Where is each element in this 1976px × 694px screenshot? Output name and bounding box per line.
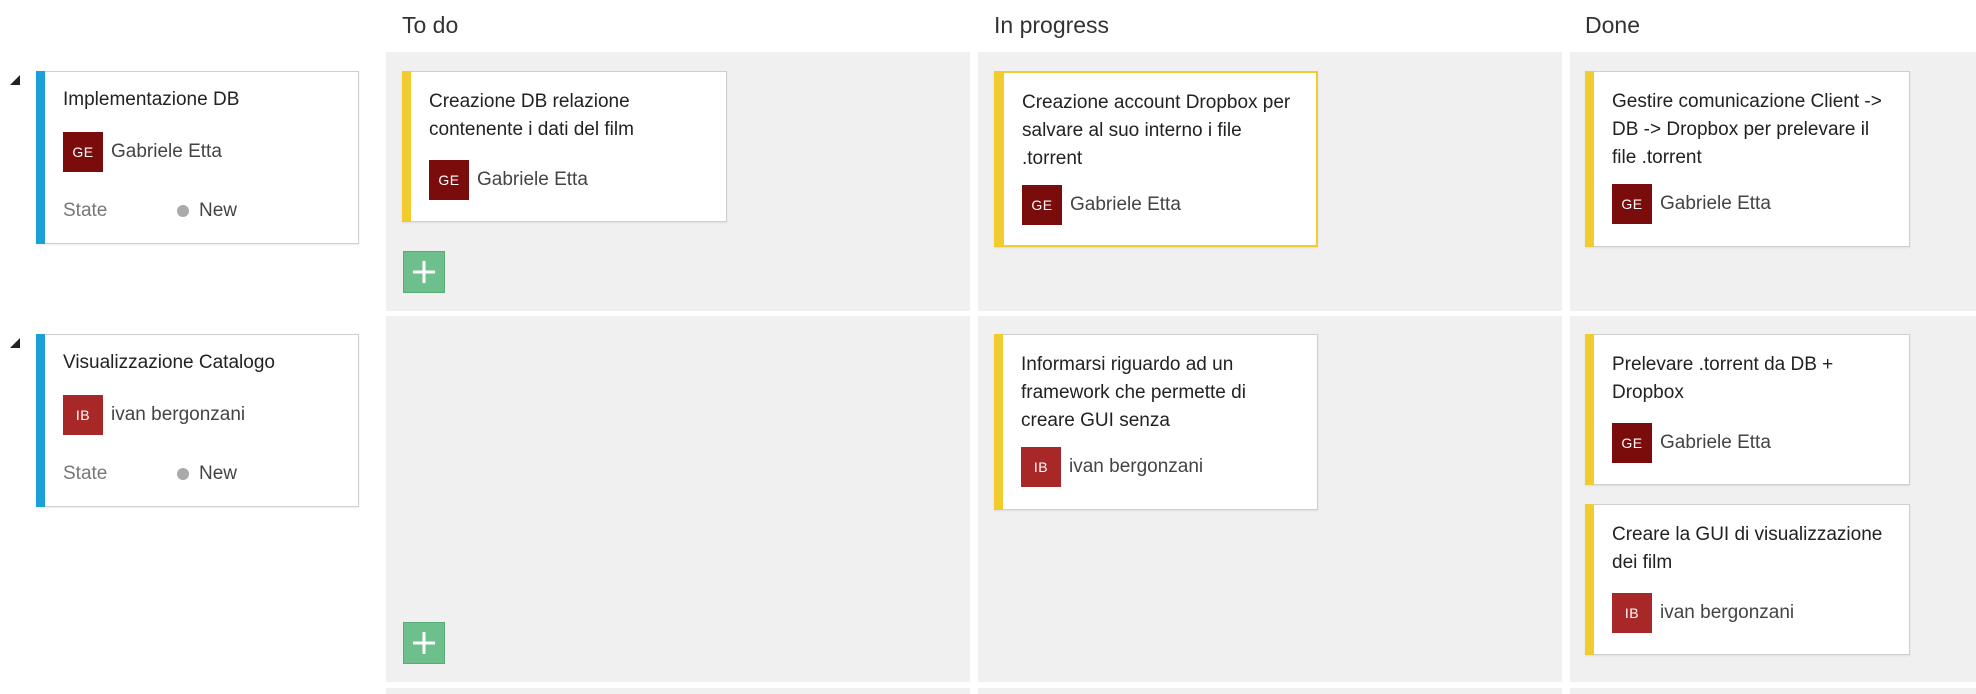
avatar: GE bbox=[1612, 184, 1652, 224]
add-task-button[interactable] bbox=[403, 622, 445, 664]
lane-done-row-3 bbox=[1570, 688, 1976, 694]
add-task-button[interactable] bbox=[403, 251, 445, 293]
card-color-bar bbox=[1585, 71, 1594, 247]
parent-card-visualizzazione-catalogo[interactable]: Visualizzazione Catalogo IB ivan bergonz… bbox=[36, 334, 359, 507]
triangle-collapse-icon[interactable] bbox=[10, 75, 20, 85]
lane-todo-row-2 bbox=[386, 316, 970, 682]
avatar: IB bbox=[63, 395, 103, 435]
card-title: Implementazione DB bbox=[63, 89, 240, 110]
card-title: Gestire comunicazione Client -> DB -> Dr… bbox=[1612, 91, 1882, 168]
task-card[interactable]: Creare la GUI di visualizzazione dei fil… bbox=[1585, 504, 1910, 655]
state-field[interactable]: State New bbox=[63, 463, 237, 485]
assignee-name: ivan bergonzani bbox=[111, 404, 246, 425]
card-color-bar bbox=[36, 334, 45, 507]
card-title: Creazione account Dropbox per salvare al… bbox=[1022, 92, 1291, 169]
state-dot-icon bbox=[177, 468, 189, 480]
card-title: Prelevare .torrent da DB + Dropbox bbox=[1612, 354, 1834, 403]
task-card[interactable]: Creazione DB relazione contenente i dati… bbox=[402, 71, 727, 222]
plus-icon bbox=[413, 261, 435, 283]
column-header-done: Done bbox=[1585, 12, 1640, 38]
task-card[interactable]: Informarsi riguardo ad un framework che … bbox=[994, 334, 1318, 510]
card-color-bar bbox=[995, 72, 1004, 246]
card-assignee[interactable]: IB ivan bergonzani bbox=[63, 395, 245, 435]
card-color-bar bbox=[1585, 504, 1594, 655]
state-label: State bbox=[63, 200, 108, 221]
card-color-bar bbox=[402, 71, 411, 222]
task-card-selected[interactable]: Creazione account Dropbox per salvare al… bbox=[994, 71, 1318, 247]
assignee-name: Gabriele Etta bbox=[1660, 193, 1771, 214]
state-value: New bbox=[199, 463, 238, 484]
assignee-name: ivan bergonzani bbox=[1069, 456, 1204, 477]
assignee-name: ivan bergonzani bbox=[1660, 602, 1795, 623]
assignee-name: Gabriele Etta bbox=[477, 169, 588, 190]
card-assignee[interactable]: IB ivan bergonzani bbox=[1612, 593, 1794, 633]
card-assignee[interactable]: IB ivan bergonzani bbox=[1021, 447, 1203, 487]
avatar: GE bbox=[63, 132, 103, 172]
avatar: GE bbox=[1612, 423, 1652, 463]
task-card[interactable]: Gestire comunicazione Client -> DB -> Dr… bbox=[1585, 71, 1910, 247]
column-header-in-progress: In progress bbox=[994, 12, 1110, 38]
card-title: Visualizzazione Catalogo bbox=[63, 352, 275, 373]
card-assignee[interactable]: GE Gabriele Etta bbox=[1612, 184, 1771, 224]
state-value: New bbox=[199, 200, 238, 221]
avatar: IB bbox=[1021, 447, 1061, 487]
avatar: GE bbox=[429, 160, 469, 200]
card-title: Creazione DB relazione contenente i dati… bbox=[429, 91, 634, 140]
card-assignee[interactable]: GE Gabriele Etta bbox=[1022, 185, 1181, 225]
card-assignee[interactable]: GE Gabriele Etta bbox=[429, 160, 588, 200]
task-card[interactable]: Prelevare .torrent da DB + Dropbox GE Ga… bbox=[1585, 334, 1910, 485]
card-color-bar bbox=[1585, 334, 1594, 485]
kanban-board: To do In progress Done Implementazione D… bbox=[0, 0, 1976, 694]
plus-icon bbox=[413, 632, 435, 654]
lane-in-progress-row-3 bbox=[978, 688, 1562, 694]
parent-card-implementazione-db[interactable]: Implementazione DB GE Gabriele Etta Stat… bbox=[36, 71, 359, 244]
assignee-name: Gabriele Etta bbox=[111, 141, 222, 162]
card-color-bar bbox=[994, 334, 1003, 510]
lane-todo-row-3 bbox=[386, 688, 970, 694]
column-header-todo: To do bbox=[402, 12, 459, 38]
state-label: State bbox=[63, 463, 108, 484]
assignee-name: Gabriele Etta bbox=[1660, 432, 1771, 453]
state-field[interactable]: State New bbox=[63, 200, 237, 222]
triangle-collapse-icon[interactable] bbox=[10, 338, 20, 348]
card-assignee[interactable]: GE Gabriele Etta bbox=[1612, 423, 1771, 463]
card-title: Creare la GUI di visualizzazione dei fil… bbox=[1612, 524, 1883, 573]
card-color-bar bbox=[36, 71, 45, 244]
assignee-name: Gabriele Etta bbox=[1070, 194, 1181, 215]
avatar: IB bbox=[1612, 593, 1652, 633]
state-dot-icon bbox=[177, 205, 189, 217]
avatar: GE bbox=[1022, 185, 1062, 225]
card-assignee[interactable]: GE Gabriele Etta bbox=[63, 132, 222, 172]
card-title: Informarsi riguardo ad un framework che … bbox=[1021, 354, 1246, 431]
